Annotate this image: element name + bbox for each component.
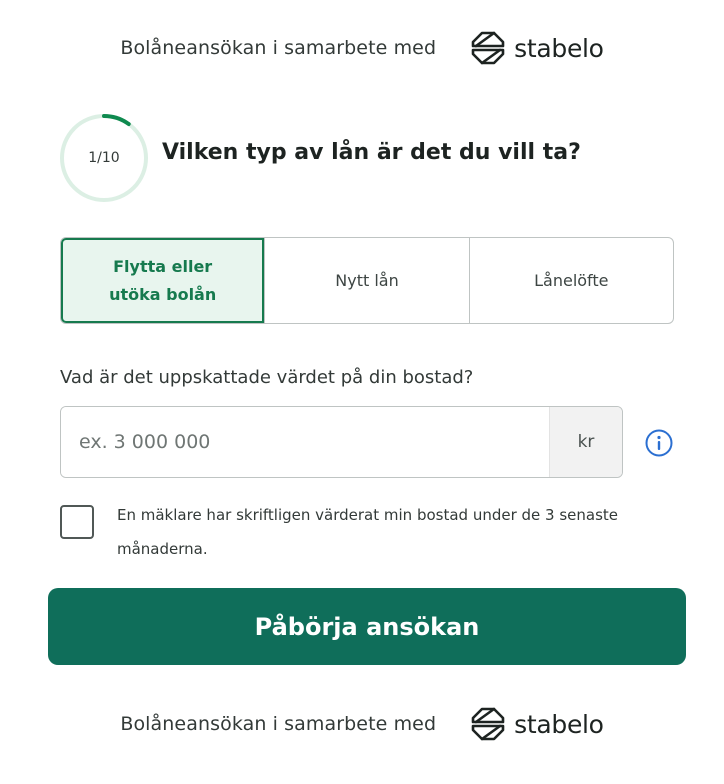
- partner-text: Bolåneansökan i samarbete med: [120, 713, 437, 735]
- stabelo-logo-icon: [471, 31, 505, 65]
- loan-type-option-loan-promise[interactable]: Lånelöfte: [468, 238, 673, 323]
- property-value-field: kr: [60, 406, 623, 478]
- stabelo-logo: stabelo: [470, 30, 604, 66]
- loan-type-option-move-or-increase[interactable]: Flytta eller utöka bolån: [61, 238, 265, 323]
- partner-banner-bottom: Bolåneansökan i samarbete med stabelo: [0, 704, 724, 744]
- valuation-checkbox-label: En mäklare har skriftligen värderat min …: [117, 506, 619, 558]
- loan-type-selector: Flytta eller utöka bolån Nytt lån Lånelö…: [60, 237, 674, 324]
- stabelo-logo: stabelo: [470, 706, 604, 742]
- valuation-checkbox[interactable]: [60, 505, 94, 539]
- property-value-input[interactable]: [61, 407, 549, 477]
- loan-type-option-new-loan[interactable]: Nytt lån: [264, 238, 468, 323]
- partner-text: Bolåneansökan i samarbete med: [120, 37, 437, 59]
- currency-unit: kr: [549, 407, 622, 477]
- info-icon[interactable]: [644, 428, 674, 458]
- loan-application-page: Bolåneansökan i samarbete med stabelo 1/…: [0, 0, 724, 784]
- brand-name: stabelo: [514, 33, 604, 63]
- start-application-button[interactable]: Påbörja ansökan: [48, 588, 686, 665]
- question-heading: Vilken typ av lån är det du vill ta?: [162, 140, 581, 165]
- brand-name: stabelo: [514, 709, 604, 739]
- stabelo-logo-icon: [471, 707, 505, 741]
- step-counter: 1/10: [88, 150, 120, 166]
- step-progress: 1/10: [58, 112, 150, 204]
- property-value-label: Vad är det uppskattade värdet på din bos…: [60, 367, 474, 388]
- partner-banner-top: Bolåneansökan i samarbete med stabelo: [0, 28, 724, 68]
